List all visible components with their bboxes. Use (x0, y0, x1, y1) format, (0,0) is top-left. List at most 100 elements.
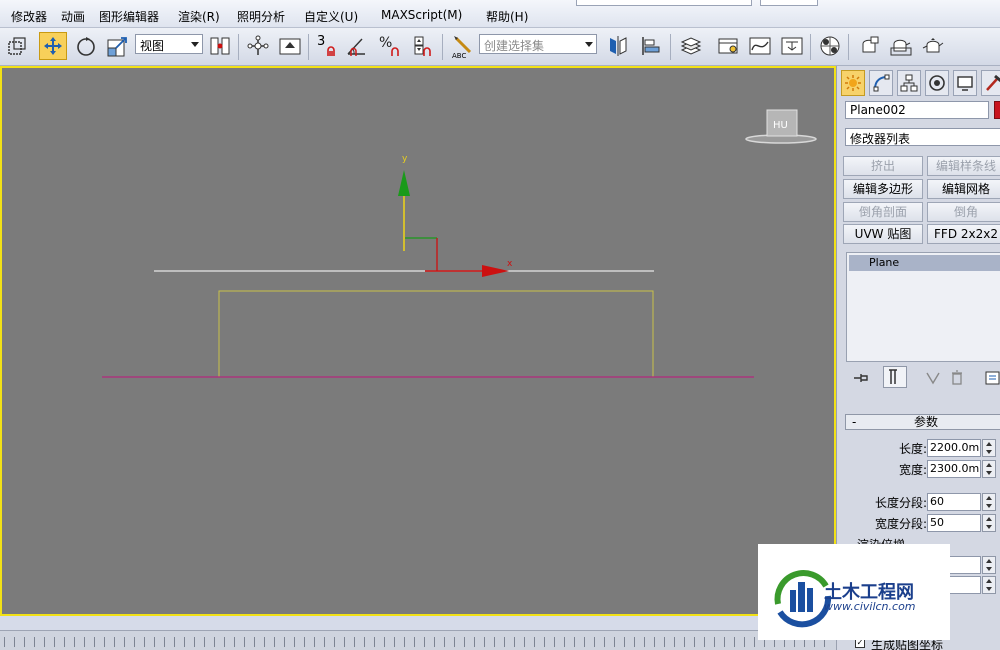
modify-icon (873, 74, 890, 92)
selected-shape-outline[interactable] (218, 290, 654, 377)
render-scale-input[interactable] (945, 556, 981, 574)
title-mini-box[interactable] (760, 0, 818, 6)
edit-named-selection-button[interactable]: ABC (448, 32, 476, 60)
rollout-title: 参数 (914, 415, 939, 429)
select-scale-button[interactable] (104, 32, 132, 60)
edit-poly-button[interactable]: 编辑多边形 (843, 179, 923, 199)
menu-graph-editors[interactable]: 图形编辑器 (99, 8, 159, 25)
stack-item-plane[interactable]: Plane (849, 255, 1000, 271)
gizmo-x-arrow[interactable] (482, 265, 509, 277)
gizmo-y-label: y (402, 154, 408, 164)
extrude-button[interactable]: 挤出 (843, 156, 923, 176)
align-button[interactable] (637, 32, 665, 60)
schematic-view-button[interactable] (778, 32, 806, 60)
render-setup-icon (862, 36, 879, 53)
edit-mesh-button[interactable]: 编辑网格 (927, 179, 1000, 199)
length-spinner-arrows[interactable] (982, 439, 996, 457)
menu-lighting-analysis[interactable]: 照明分析 (237, 8, 285, 25)
keyboard-override-icon (279, 38, 301, 55)
make-unique-icon (926, 372, 940, 385)
rollout-collapse-toggle[interactable]: - (852, 415, 856, 429)
time-slider-track[interactable] (0, 630, 836, 650)
render-scale-spinner-arrows[interactable] (982, 556, 996, 574)
ffd-2x2x2-button[interactable]: FFD 2x2x2 (927, 224, 1000, 244)
pivot-center-button[interactable] (206, 32, 234, 60)
render-density-spinner-arrows[interactable] (982, 576, 996, 594)
material-editor-button[interactable] (816, 32, 844, 60)
snap-toggle-button[interactable]: 3 (314, 32, 342, 60)
show-end-result-button[interactable] (883, 366, 907, 388)
configure-modifier-sets-button[interactable] (983, 368, 1000, 388)
percent-icon: % (379, 35, 393, 51)
bevel-button[interactable]: 倒角 (927, 202, 1000, 222)
viewport-canvas[interactable]: y x HU (2, 68, 834, 614)
render-setup-button[interactable] (855, 32, 883, 60)
ribbon-toggle-button[interactable] (714, 32, 742, 60)
material-editor-icon (820, 36, 840, 56)
modifier-stack[interactable]: Plane (846, 252, 1000, 362)
width-segs-input[interactable]: 50 (927, 514, 981, 532)
keyboard-shortcut-override-button[interactable] (276, 32, 304, 60)
pin-stack-button[interactable] (851, 368, 871, 388)
object-color-swatch[interactable] (994, 101, 1000, 119)
hammer-icon (986, 74, 1000, 91)
gizmo-y-arrow[interactable] (398, 170, 410, 196)
perspective-viewport[interactable]: y x HU (0, 66, 836, 616)
layer-manager-button[interactable] (677, 32, 705, 60)
chevron-down-icon (585, 42, 593, 47)
spinner-snap-icon (414, 36, 431, 56)
length-segs-input[interactable]: 60 (927, 493, 981, 511)
edit-spline-button[interactable]: 编辑样条线 (927, 156, 1000, 176)
menu-modifiers[interactable]: 修改器 (11, 8, 47, 25)
watermark-logo: 土木工程网 www.civilcn.com (758, 544, 950, 640)
mirror-icon (610, 36, 627, 56)
render-production-button[interactable] (919, 32, 947, 60)
scale-icon (107, 37, 127, 57)
width-spinner-arrows[interactable] (982, 460, 996, 478)
tab-create[interactable] (841, 70, 865, 96)
tab-hierarchy[interactable] (897, 70, 921, 96)
menu-bar: 修改器 动画 图形编辑器 渲染(R) 照明分析 自定义(U) MAXScript… (0, 0, 1000, 28)
menu-maxscript[interactable]: MAXScript(M) (381, 8, 462, 22)
spinner-snap-button[interactable] (408, 32, 436, 60)
width-label: 宽度: (898, 463, 927, 477)
menu-help[interactable]: 帮助(H) (486, 8, 528, 25)
curve-editor-button[interactable] (746, 32, 774, 60)
object-name-field[interactable]: Plane002 (845, 101, 989, 119)
select-manipulate-button[interactable] (244, 32, 272, 60)
rendered-frame-window-button[interactable] (887, 32, 915, 60)
move-gizmo[interactable] (398, 170, 509, 277)
reference-coordinate-value: 视图 (140, 39, 165, 53)
uvw-map-button[interactable]: UVW 贴图 (843, 224, 923, 244)
tab-modify[interactable] (869, 70, 893, 96)
rotate-icon (77, 37, 95, 56)
tab-display[interactable] (953, 70, 977, 96)
length-segs-spinner-arrows[interactable] (982, 493, 996, 511)
width-segs-spinner-arrows[interactable] (982, 514, 996, 532)
reference-coordinate-dropdown[interactable]: 视图 (135, 34, 203, 54)
tab-motion[interactable] (925, 70, 949, 96)
menu-animation[interactable]: 动画 (61, 8, 85, 25)
parameters-rollout-header[interactable]: - 参数 (845, 414, 1000, 430)
mirror-button[interactable] (604, 32, 632, 60)
length-spinner-input[interactable]: 2200.0mm (927, 439, 981, 457)
toolbar-divider (308, 34, 309, 60)
named-selection-set-dropdown[interactable]: 创建选择集 (479, 34, 597, 54)
percent-snap-button[interactable]: % (376, 32, 404, 60)
width-spinner-input[interactable]: 2300.0mm (927, 460, 981, 478)
viewcube[interactable]: HU (745, 109, 817, 144)
render-density-input[interactable] (945, 576, 981, 594)
select-move-button[interactable] (39, 32, 67, 60)
angle-snap-button[interactable] (344, 32, 372, 60)
remove-modifier-button[interactable] (947, 368, 967, 388)
select-region-button[interactable] (3, 32, 31, 60)
select-rotate-button[interactable] (72, 32, 100, 60)
modifier-list-dropdown[interactable]: 修改器列表 (845, 128, 1000, 146)
toolbar-divider (670, 34, 671, 60)
menu-rendering[interactable]: 渲染(R) (178, 8, 220, 25)
title-search-box[interactable] (576, 0, 752, 6)
make-unique-button[interactable] (923, 368, 943, 388)
tab-utilities[interactable] (981, 70, 1000, 96)
menu-customize[interactable]: 自定义(U) (304, 8, 358, 25)
bevel-profile-button[interactable]: 倒角剖面 (843, 202, 923, 222)
